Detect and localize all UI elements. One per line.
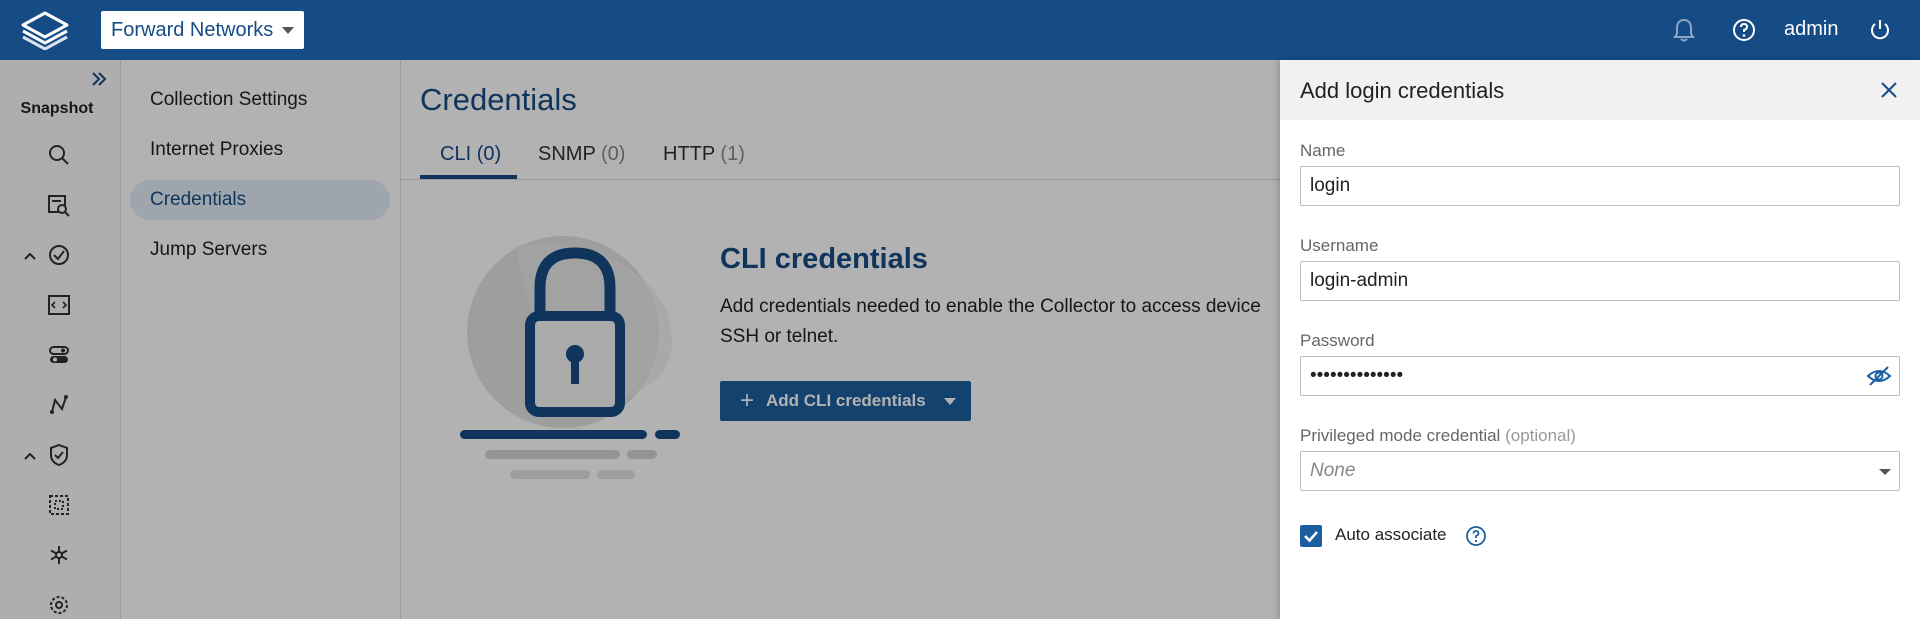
privileged-mode-select[interactable]: None [1300,451,1900,491]
username-field[interactable] [1300,261,1900,301]
username-label: Username [1300,236,1379,255]
privileged-value: None [1310,460,1356,481]
password-value: •••••••••••••• [1310,365,1404,386]
bell-icon[interactable] [1670,16,1698,44]
chevron-down-icon [1879,469,1891,475]
chevron-down-icon [282,27,294,34]
auto-associate-label: Auto associate [1335,525,1447,544]
power-icon[interactable] [1866,16,1894,44]
name-label: Name [1300,141,1346,160]
network-selector-label: Forward Networks [111,18,274,41]
modal-overlay[interactable] [0,60,1280,619]
eye-off-icon[interactable] [1866,365,1892,387]
name-field[interactable] [1300,166,1900,206]
privileged-label: Privileged mode credential (optional) [1300,426,1576,446]
drawer-title: Add login credentials [1300,78,1505,103]
logo-icon[interactable] [18,10,72,50]
password-label: Password [1300,331,1375,350]
close-icon[interactable] [1877,78,1901,102]
password-field[interactable]: •••••••••••••• [1300,356,1900,396]
privileged-label-text: Privileged mode credential [1300,426,1501,445]
user-name[interactable]: admin [1784,18,1838,41]
help-icon[interactable] [1464,524,1488,548]
help-icon[interactable] [1730,16,1758,44]
auto-associate-checkbox[interactable] [1300,525,1322,547]
network-selector[interactable]: Forward Networks [101,11,304,49]
optional-hint: (optional) [1505,426,1576,445]
